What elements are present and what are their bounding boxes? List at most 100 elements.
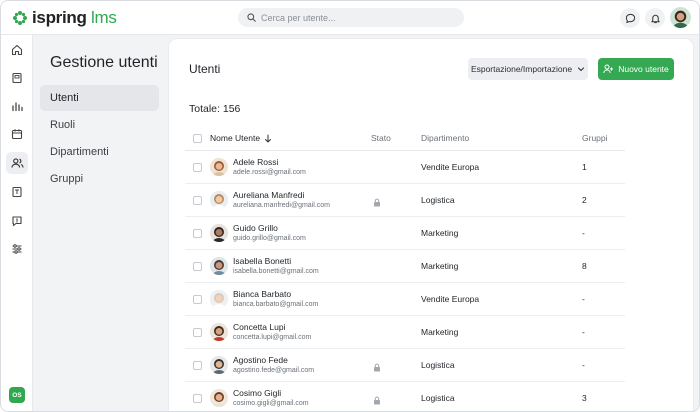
doc-icon [12,186,22,198]
subnav-item-groups[interactable]: Gruppi [40,166,159,192]
user-email: agostino.fede@gmail.com [233,367,315,374]
user-groups: - [582,228,585,238]
logo-text-light: lms [86,8,117,27]
select-all-checkbox[interactable] [193,134,202,143]
user-email: isabella.bonetti@gmail.com [233,268,319,275]
rail-home[interactable] [6,39,28,61]
subnav-item-roles[interactable]: Ruoli [40,112,159,138]
users-icon [10,158,24,168]
rail-documents[interactable] [6,181,28,203]
rail-reports[interactable] [6,95,28,117]
user-avatar [210,389,228,407]
rail-settings[interactable] [6,238,28,260]
user-groups: - [582,327,585,337]
row-checkbox[interactable] [193,328,202,337]
user-name[interactable]: Isabella Bonetti [233,256,291,266]
export-import-label: Esportazione/Importazione [470,64,573,74]
column-header-department[interactable]: Dipartimento [421,133,469,143]
subnav-item-users[interactable]: Utenti [40,85,159,111]
user-name[interactable]: Cosimo Gigli [233,388,281,398]
home-icon [11,44,23,56]
chevron-down-icon [578,67,585,72]
page-title: Utenti [189,62,221,76]
logo[interactable]: ispring lms [12,9,117,27]
user-groups: - [582,294,585,304]
message-icon [12,216,22,227]
user-status [373,361,381,375]
table-row[interactable]: Concetta Lupi concetta.lupi@gmail.com Ma… [185,316,625,349]
subnav-item-departments[interactable]: Dipartimenti [40,139,159,165]
chat-icon [625,13,635,23]
column-header-name[interactable]: Nome Utente [210,133,272,143]
user-status [373,394,381,408]
user-department: Marketing [421,228,459,238]
user-management-nav: Gestione utenti Utenti Ruoli Dipartiment… [34,35,168,411]
user-groups: 8 [582,261,587,271]
row-checkbox[interactable] [193,295,202,304]
account-badge[interactable]: OS [9,387,25,403]
bell-icon [650,14,660,23]
user-name[interactable]: Adele Rossi [233,157,278,167]
row-checkbox[interactable] [193,196,202,205]
row-checkbox[interactable] [193,229,202,238]
column-header-status[interactable]: Stato [371,133,391,143]
rail-calendar[interactable] [6,123,28,145]
section-title: Gestione utenti [50,54,158,71]
book-icon [12,72,22,84]
user-avatar [210,290,228,308]
search-bar[interactable] [238,8,464,27]
total-count: Totale: 156 [189,103,241,115]
new-user-button[interactable]: Nuovo utente [598,58,674,80]
rail-users[interactable] [6,152,28,174]
rail-messages[interactable] [6,210,28,232]
table-row[interactable]: Bianca Barbato bianca.barbato@gmail.com … [185,283,625,316]
user-department: Vendite Europa [421,162,480,172]
add-user-icon [603,64,614,74]
lock-icon [374,396,380,405]
table-row[interactable]: Cosimo Gigli cosimo.gigli@gmail.com Logi… [185,382,625,411]
user-name[interactable]: Concetta Lupi [233,322,285,332]
top-bar: ispring lms [1,1,699,35]
user-name[interactable]: Bianca Barbato [233,289,291,299]
user-department: Logistica [421,360,455,370]
user-groups: 2 [582,195,587,205]
left-rail: OS [1,35,33,411]
table-row[interactable]: Aureliana Manfredi aureliana.manfredi@gm… [185,184,625,217]
user-name[interactable]: Guido Grillo [233,223,278,233]
rail-library[interactable] [6,67,28,89]
users-panel: Utenti Esportazione/Importazione Nuovo u… [169,39,693,411]
user-email: adele.rossi@gmail.com [233,169,306,176]
user-department: Logistica [421,195,455,205]
table-row[interactable]: Isabella Bonetti isabella.bonetti@gmail.… [185,250,625,283]
logo-text-bold: ispring [32,8,87,27]
lock-icon [374,198,380,207]
user-name[interactable]: Aureliana Manfredi [233,190,304,200]
row-checkbox[interactable] [193,262,202,271]
user-avatar [210,191,228,209]
logo-text: ispring lms [32,9,117,27]
chart-icon [12,102,23,112]
logo-icon [12,10,28,26]
new-user-label: Nuovo utente [618,64,669,74]
user-groups: 1 [582,162,587,172]
table-row[interactable]: Adele Rossi adele.rossi@gmail.com Vendit… [185,151,625,184]
row-checkbox[interactable] [193,163,202,172]
user-status [373,196,381,210]
row-checkbox[interactable] [193,361,202,370]
user-name[interactable]: Agostino Fede [233,355,288,365]
export-import-button[interactable]: Esportazione/Importazione [468,58,588,80]
search-input[interactable] [261,12,451,23]
sliders-icon [12,244,22,254]
notifications-button[interactable] [645,8,665,28]
chat-button[interactable] [620,8,640,28]
app-window: ispring lms Cerca per utente... OS Gesti… [0,0,700,412]
profile-avatar[interactable] [670,7,691,28]
user-avatar [210,224,228,242]
table-row[interactable]: Agostino Fede agostino.fede@gmail.com Lo… [185,349,625,382]
table-body: Adele Rossi adele.rossi@gmail.com Vendit… [185,151,625,411]
user-email: guido.grillo@gmail.com [233,235,306,242]
row-checkbox[interactable] [193,394,202,403]
column-header-groups[interactable]: Gruppi [582,133,608,143]
table-row[interactable]: Guido Grillo guido.grillo@gmail.com Mark… [185,217,625,250]
user-department: Marketing [421,327,459,337]
